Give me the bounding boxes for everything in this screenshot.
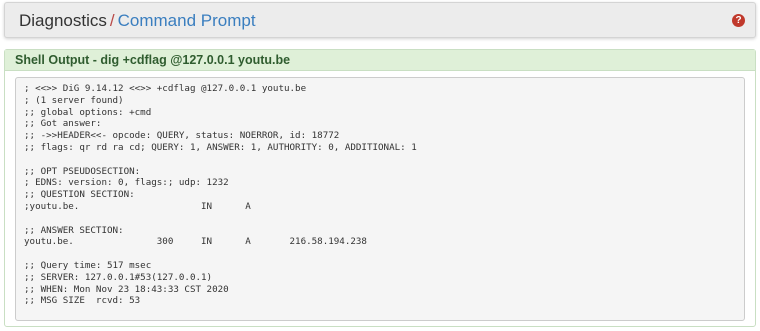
output-line: ;; ->>HEADER<<- opcode: QUERY, status: N… [24,130,340,142]
output-line: ;youtu.be. IN A [24,200,251,212]
output-line: ;; Got answer: [24,118,102,130]
breadcrumb-separator: / [109,11,115,30]
output-line: ;; MSG SIZE rcvd: 53 [24,295,141,307]
shell-output-panel: Shell Output - dig +cdflag @127.0.0.1 yo… [4,49,756,327]
output-line: ;; flags: qr rd ra cd; QUERY: 1, ANSWER:… [24,141,417,153]
breadcrumb-command-prompt[interactable]: Command Prompt [118,11,256,30]
output-line: ;; SERVER: 127.0.0.1#53(127.0.0.1) [24,271,213,283]
output-line: ;; WHEN: Mon Nov 23 18:43:33 CST 2020 [24,283,229,295]
panel-title: Shell Output - dig +cdflag @127.0.0.1 yo… [5,50,755,71]
breadcrumb-diagnostics: Diagnostics [19,11,107,30]
breadcrumb: Diagnostics / Command Prompt [19,11,256,31]
output-line: ; (1 server found) [24,94,124,106]
shell-output-text: ; <<>> DiG 9.14.12 <<>> +cdflag @127.0.0… [15,77,745,321]
help-icon[interactable]: ? [732,14,745,27]
output-line: ;; OPT PSEUDOSECTION: [24,165,141,177]
output-line: youtu.be. 300 IN A 216.58.194.238 [24,236,367,248]
output-line: ;; ANSWER SECTION: [24,224,124,236]
output-line: ; <<>> DiG 9.14.12 <<>> +cdflag @127.0.0… [24,83,307,94]
page-header: Diagnostics / Command Prompt ? [4,2,756,38]
output-line: ;; Query time: 517 msec [24,259,152,271]
output-line: ; EDNS: version: 0, flags:; udp: 1232 [24,177,229,189]
output-line: ;; global options: +cmd [24,106,152,118]
output-line: ;; QUESTION SECTION: [24,189,135,201]
